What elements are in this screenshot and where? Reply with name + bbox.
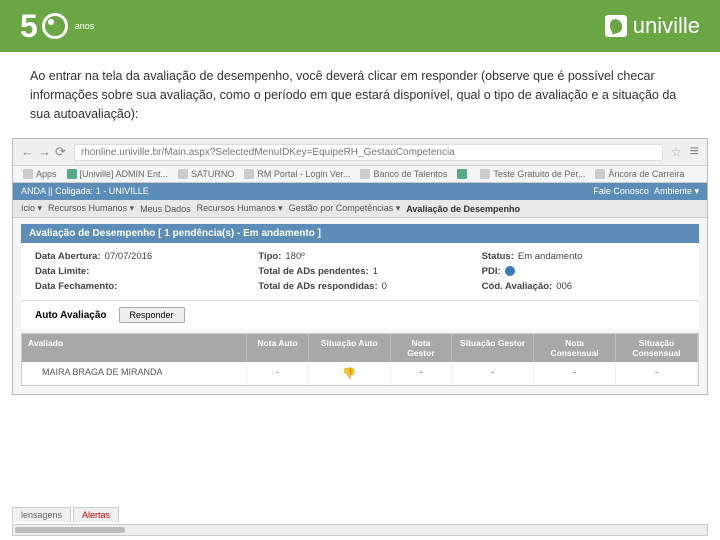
logo-50-anos: 5 anos — [20, 8, 94, 45]
back-icon[interactable]: ← — [21, 144, 34, 160]
breadcrumb-item[interactable]: Recursos Humanos ▾ — [48, 203, 134, 214]
bookmark-item[interactable]: Teste Gratuito de Per... — [480, 169, 585, 179]
url-bar[interactable]: rhonline.univille.br/Main.aspx?SelectedM… — [74, 144, 663, 161]
section-title: Avaliação de Desempenho [ 1 pendência(s)… — [21, 224, 699, 243]
browser-toolbar: ← → ⟳ rhonline.univille.br/Main.aspx?Sel… — [13, 139, 707, 166]
browser-screenshot: ← → ⟳ rhonline.univille.br/Main.aspx?Sel… — [12, 138, 708, 395]
breadcrumb-item[interactable]: Meus Dados — [140, 204, 191, 214]
footer-tabs: lensagens Alertas — [12, 507, 119, 522]
leaf-icon — [605, 15, 627, 37]
reload-icon[interactable]: ⟳ — [55, 144, 66, 160]
breadcrumb-item[interactable]: Recursos Humanos ▾ — [197, 203, 283, 214]
breadcrumb-active: Avaliação de Desempenho — [406, 204, 520, 214]
instruction-text: Ao entrar na tela da avaliação de desemp… — [0, 52, 720, 133]
breadcrumb-item[interactable]: ício ▾ — [21, 203, 42, 214]
bookmark-item[interactable]: Âncora de Carreira — [595, 169, 684, 179]
menu-icon[interactable]: ≡ — [690, 143, 699, 161]
page-header: 5 anos univille — [0, 0, 720, 52]
info-grid: Data Abertura:07/07/2016 Tipo:180º Statu… — [21, 243, 699, 300]
table-header: Avaliado Nota Auto Situação Auto Nota Ge… — [22, 334, 698, 362]
horizontal-scrollbar[interactable]: ◂ — [12, 524, 708, 536]
bookmark-item[interactable]: [Univille] ADMIN Ent... — [67, 169, 169, 179]
forward-icon[interactable]: → — [38, 144, 51, 160]
table-row[interactable]: MAIRA BRAGA DE MIRANDA - 👎 - - - - — [22, 362, 698, 385]
bookmark-item[interactable] — [457, 169, 470, 179]
responder-button[interactable]: Responder — [119, 307, 185, 323]
bookmark-item[interactable]: RM Portal - Login Ver... — [244, 169, 350, 179]
thumbs-down-icon: 👎 — [342, 368, 356, 380]
auto-avaliacao-label: Auto Avaliação — [35, 310, 107, 321]
evaluation-table: Avaliado Nota Auto Situação Auto Nota Ge… — [21, 333, 699, 386]
auto-avaliacao-row: Auto Avaliação Responder — [21, 300, 699, 329]
univille-logo: univille — [605, 13, 700, 39]
tab-alertas[interactable]: Alertas — [73, 507, 119, 522]
evaluated-name: MAIRA BRAGA DE MIRANDA — [22, 362, 247, 385]
app-top-bar: ANDA || Coligada: 1 - UNIVILLE Fale Cono… — [13, 183, 707, 200]
bookmark-item[interactable]: Banco de Talentos — [360, 169, 447, 179]
bookmark-item[interactable]: Apps — [23, 169, 57, 179]
bookmarks-bar: Apps [Univille] ADMIN Ent... SATURNO RM … — [13, 166, 707, 183]
bookmark-item[interactable]: SATURNO — [178, 169, 234, 179]
pdi-icon[interactable] — [505, 266, 515, 276]
tab-mensagens[interactable]: lensagens — [12, 507, 71, 522]
bookmark-star-icon[interactable]: ☆ — [671, 145, 682, 159]
breadcrumb: ício ▾ Recursos Humanos ▾ Meus Dados Rec… — [13, 200, 707, 218]
breadcrumb-item[interactable]: Gestão por Competências ▾ — [289, 203, 401, 214]
